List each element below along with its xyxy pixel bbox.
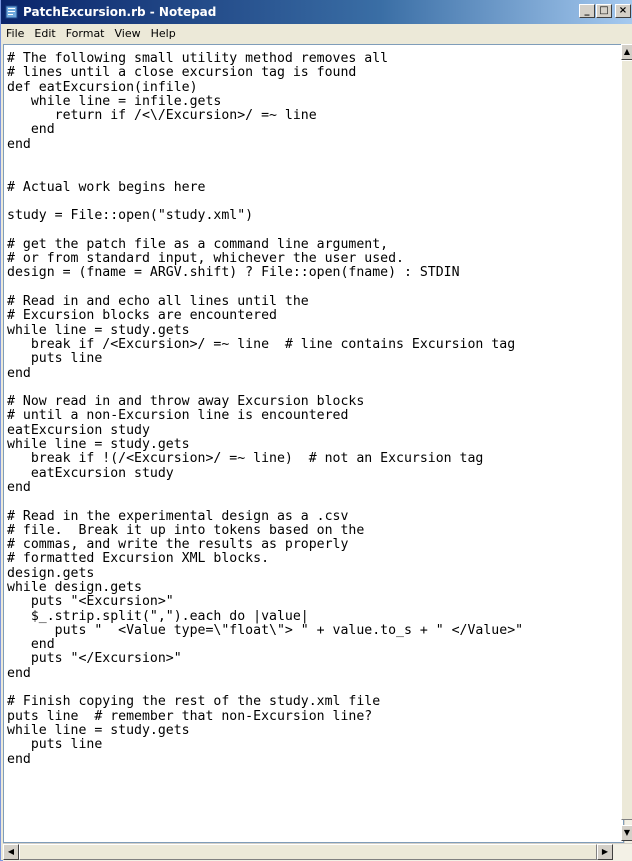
code-line: eatExcursion study [7,422,150,438]
maximize-button[interactable]: □ [596,4,612,18]
code-line: # The following small utility method rem… [7,51,389,66]
code-line: puts line [7,351,103,367]
maximize-icon: □ [599,5,609,16]
code-line: study = File::open("study.xml") [7,208,254,224]
code-line: # Read in the experimental design as a .… [7,508,349,524]
window-title: PatchExcursion.rb - Notepad [23,5,217,19]
notepad-icon [5,5,18,19]
vertical-scrollbar[interactable]: ▲ ▼ [621,44,632,843]
code-line: # lines until a close excursion tag is f… [7,65,357,81]
code-line: end [7,122,55,138]
code-line: # until a non-Excursion line is encounte… [7,408,349,424]
arrow-up-icon[interactable]: ▲ [621,44,632,60]
menu-file[interactable]: File [1,24,29,44]
notepad-window: PatchExcursion.rb - Notepad _ □ × File Ed… [0,0,632,861]
code-line: break if !(/<Excursion>/ =~ line) # not … [7,451,484,467]
code-line: end [7,136,31,152]
code-line: end [7,365,31,381]
code-line: # Excursion blocks are encountered [7,308,277,324]
title-bar[interactable]: PatchExcursion.rb - Notepad _ □ × [1,0,632,24]
arrow-left-icon[interactable]: ◀ [3,844,19,860]
menu-view[interactable]: View [110,24,146,44]
close-button[interactable]: × [615,4,631,18]
code-line: end [7,479,31,495]
close-icon: × [618,5,628,16]
code-line: # or from standard input, whichever the … [7,251,404,267]
code-line: # formatted Excursion XML blocks. [7,551,270,567]
code-line: # Read in and echo all lines until the [7,294,309,310]
code-line: while line = study.gets [7,322,190,338]
menu-edit[interactable]: Edit [29,24,60,44]
menu-bar: File Edit Format View Help [1,24,632,44]
code-line: def eatExcursion(infile) [7,79,198,95]
text-editor[interactable]: # The following small utility method rem… [3,44,624,843]
code-line: end [7,751,31,767]
code-line: # file. Break it up into tokens based on… [7,522,365,538]
code-line: puts line [7,737,103,753]
minimize-icon: _ [584,5,590,16]
horizontal-scrollbar[interactable]: ◀ ▶ [3,843,632,861]
code-line: end [7,665,31,681]
arrow-right-icon[interactable]: ▶ [597,844,613,860]
code-line: puts line # remember that non-Excursion … [7,708,373,724]
code-line: while line = study.gets [7,437,190,453]
code-line: eatExcursion study [7,465,174,481]
minimize-button[interactable]: _ [579,4,595,18]
code-line: while line = infile.gets [7,93,222,109]
code-line: puts "</Excursion>" [7,651,182,667]
menu-help[interactable]: Help [146,24,181,44]
code-line: design.gets [7,565,95,581]
code-line: # get the patch file as a command line a… [7,236,389,252]
code-line: # Actual work begins here [7,179,206,195]
vertical-scroll-thumb[interactable] [621,60,632,820]
code-line: puts " <Value type=\"float\"> " + value.… [7,622,524,638]
code-line: break if /<Excursion>/ =~ line # line co… [7,336,516,352]
code-line: # Finish copying the rest of the study.x… [7,694,381,710]
arrow-down-icon[interactable]: ▼ [621,825,632,841]
code-line: end [7,637,55,653]
code-content[interactable]: # The following small utility method rem… [4,45,623,767]
menu-format[interactable]: Format [61,24,110,44]
code-line: $_.strip.split(",").each do |value| [7,608,309,624]
code-line: while design.gets [7,579,142,595]
code-line: design = (fname = ARGV.shift) ? File::op… [7,265,460,281]
code-line: # commas, and write the results as prope… [7,537,349,553]
code-line: # Now read in and throw away Excursion b… [7,394,365,410]
code-line: return if /<\/Excursion>/ =~ line [7,108,317,124]
horizontal-scroll-thumb[interactable] [19,844,597,860]
code-line: while line = study.gets [7,722,190,738]
code-line: puts "<Excursion>" [7,594,174,610]
